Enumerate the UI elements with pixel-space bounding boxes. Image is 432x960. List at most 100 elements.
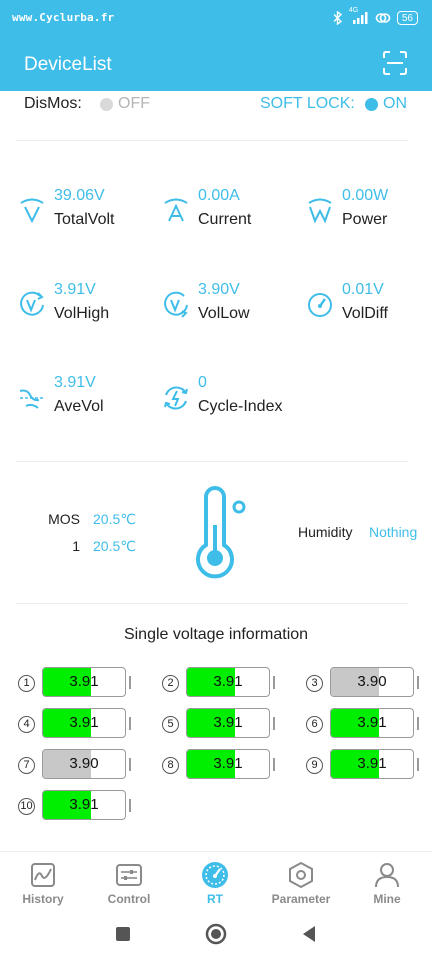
- battery-terminal: [129, 799, 131, 812]
- battery-cell-icon: 3.90: [42, 749, 126, 779]
- battery-cell-icon: 3.91: [186, 749, 270, 779]
- rt-gauge-icon: [202, 862, 228, 888]
- ave-vol-icon: [19, 389, 44, 409]
- nav-label: History: [22, 892, 64, 906]
- metric-vol-high: 3.91V VolHigh: [18, 281, 158, 327]
- metric-value: 39.06V: [54, 187, 105, 204]
- toggle-on-dot: [365, 97, 378, 111]
- cell-voltage-item: 4 3.91: [18, 708, 138, 740]
- humidity-value: Nothing: [369, 524, 418, 540]
- cell-voltage-value: 3.91: [213, 673, 243, 690]
- nav-item-history[interactable]: History: [0, 852, 86, 914]
- cell-voltage-item: 5 3.91: [162, 708, 282, 740]
- current-icon: [164, 198, 188, 222]
- cell-voltage-item: 7 3.90: [18, 749, 138, 781]
- mine-icon: [375, 863, 399, 888]
- metric-label: Current: [198, 211, 252, 228]
- metric-label: TotalVolt: [54, 211, 115, 228]
- parameter-icon: [289, 861, 313, 889]
- history-icon: [31, 863, 55, 887]
- cell-voltage-item: 6 3.91: [306, 708, 426, 740]
- cell-voltage-item: 10 3.91: [18, 790, 138, 822]
- battery-terminal: [273, 758, 275, 771]
- metric-value: 3.91V: [54, 281, 96, 298]
- nav-label: Parameter: [271, 892, 331, 906]
- metric-total-volt: 39.06V TotalVolt: [18, 187, 158, 233]
- metric-value: 0.00W: [342, 187, 389, 204]
- back-triangle-icon: [303, 926, 315, 942]
- cell-index: 8: [162, 757, 179, 774]
- nav-label: Control: [107, 892, 151, 906]
- metric-label: VolHigh: [54, 305, 110, 322]
- cell-index: 6: [306, 716, 323, 733]
- nav-item-control[interactable]: Control: [86, 852, 172, 914]
- divider: [16, 461, 408, 462]
- back-button[interactable]: [298, 923, 320, 945]
- cell-index: 2: [162, 675, 179, 692]
- battery-terminal: [129, 717, 131, 730]
- battery-cell-icon: 3.91: [330, 749, 414, 779]
- nav-item-mine[interactable]: Mine: [344, 852, 430, 914]
- battery-cell-icon: 3.91: [186, 708, 270, 738]
- cell-voltage-item: 8 3.91: [162, 749, 282, 781]
- nav-label: Mine: [373, 892, 401, 906]
- recents-button[interactable]: [112, 923, 134, 945]
- metric-ave-vol: 3.91V AveVol: [18, 374, 158, 420]
- cell-index: 10: [18, 798, 35, 815]
- cell-index: 5: [162, 716, 179, 733]
- softlock-toggle[interactable]: ON: [365, 95, 407, 113]
- divider: [16, 603, 408, 604]
- temp-value-mos: 20.5℃: [93, 511, 136, 527]
- nav-item-rt[interactable]: RT: [172, 852, 258, 914]
- dismos-toggle[interactable]: OFF: [100, 95, 150, 113]
- nav-item-parameter[interactable]: Parameter: [258, 852, 344, 914]
- battery-cell-icon: 3.91: [330, 708, 414, 738]
- battery-terminal: [417, 676, 419, 689]
- softlock-label: SOFT LOCK:: [260, 95, 355, 112]
- metric-label: Cycle-Index: [198, 398, 283, 415]
- cell-voltage-item: 2 3.91: [162, 667, 282, 699]
- cell-voltage-value: 3.90: [357, 673, 387, 690]
- metric-value: 3.91V: [54, 374, 96, 391]
- power-icon: [308, 198, 332, 224]
- metric-value: 0.00A: [198, 187, 240, 204]
- metric-label: VolDiff: [342, 305, 388, 322]
- vol-low-icon: [164, 291, 188, 318]
- cell-voltage-value: 3.91: [69, 796, 99, 813]
- cell-voltage-value: 3.91: [213, 714, 243, 731]
- page-title[interactable]: DeviceList: [24, 54, 112, 76]
- humidity-label: Humidity: [298, 524, 353, 540]
- network-type: 4G: [348, 7, 359, 14]
- toggle-row: DisMos: OFF SOFT LOCK: ON: [0, 92, 432, 118]
- battery-cell-icon: 3.91: [186, 667, 270, 697]
- cycle-index-icon: [164, 386, 188, 410]
- cell-voltage-item: 3 3.90: [306, 667, 426, 699]
- battery-terminal: [417, 717, 419, 730]
- thermometer-icon: [196, 486, 246, 579]
- cell-index: 1: [18, 675, 35, 692]
- cell-index: 3: [306, 675, 323, 692]
- status-watermark: www.Cyclurba.fr: [12, 11, 115, 24]
- metric-vol-diff: 0.01V VolDiff: [306, 281, 432, 327]
- cell-voltage-value: 3.91: [69, 714, 99, 731]
- scan-icon: [383, 51, 407, 75]
- scan-button[interactable]: [382, 50, 408, 76]
- battery-terminal: [273, 676, 275, 689]
- bluetooth-icon: [333, 11, 343, 25]
- control-icon: [116, 864, 142, 886]
- total-volt-icon: [20, 198, 44, 224]
- bottom-nav: History Control RT Parameter Mine: [0, 851, 432, 913]
- battery-terminal: [417, 758, 419, 771]
- app-bar: DeviceList: [0, 38, 432, 91]
- signal-icon: 4G: [349, 7, 369, 25]
- metric-value: 0: [198, 374, 207, 391]
- metric-power: 0.00W Power: [306, 187, 432, 233]
- temp-value-1: 20.5℃: [93, 538, 136, 554]
- cell-voltage-value: 3.91: [213, 755, 243, 772]
- metric-cycle-index: 0 Cycle-Index: [162, 374, 302, 420]
- home-circle-icon: [205, 923, 227, 945]
- home-button[interactable]: [205, 923, 227, 945]
- cell-voltage-value: 3.91: [69, 673, 99, 690]
- nav-label: RT: [207, 892, 223, 906]
- dismos-state-text: OFF: [118, 95, 150, 112]
